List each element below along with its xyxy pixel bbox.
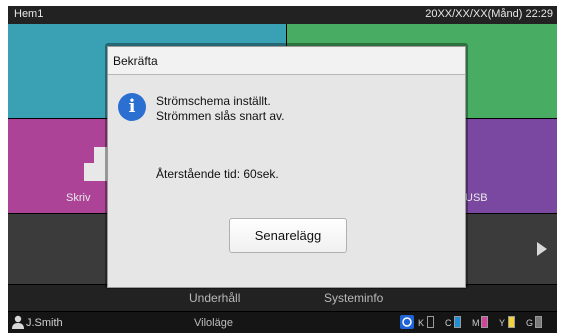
dialog-message-line2: Strömmen slås snart av. xyxy=(156,109,285,123)
ink-fill xyxy=(455,317,460,327)
ink-level-k: K xyxy=(418,315,436,330)
status-bar: J.Smith Viloläge K C M Y G xyxy=(8,312,557,333)
sysinfo-button[interactable]: Systeminfo xyxy=(324,291,383,305)
ink-label: C xyxy=(445,318,452,328)
ink-fill xyxy=(536,317,541,327)
dialog-title: Bekräfta xyxy=(113,54,158,68)
ink-label: G xyxy=(526,318,534,328)
next-page-arrow-icon[interactable] xyxy=(537,242,547,256)
dialog-title-bar: Bekräfta xyxy=(108,47,465,75)
ink-level-g: G xyxy=(526,315,544,330)
tile-usb-label: USB xyxy=(465,192,488,204)
dialog-message-line1: Strömschema inställt. xyxy=(156,94,271,108)
printer-screen: Hem1 20XX/XX/XX(Månd) 22:29 Skriv USB Un… xyxy=(8,6,557,333)
tile-print-label: Skriv xyxy=(66,192,91,204)
ink-label: Y xyxy=(499,318,506,328)
ink-level-m: M xyxy=(472,315,490,330)
user-icon xyxy=(12,315,24,329)
ink-bar xyxy=(535,316,542,328)
confirm-dialog: Bekräfta i Strömschema inställt. Strömme… xyxy=(107,46,466,288)
home-label: Hem1 xyxy=(14,8,44,20)
sleep-mode-label[interactable]: Viloläge xyxy=(194,317,233,329)
ink-fill xyxy=(482,317,487,327)
user-name: J.Smith xyxy=(26,317,63,329)
ink-label: K xyxy=(418,318,425,328)
maintenance-button[interactable]: Underhåll xyxy=(189,291,240,305)
ink-bar xyxy=(481,316,488,328)
info-icon: i xyxy=(118,93,146,121)
ink-label: M xyxy=(472,318,480,328)
postpone-button[interactable]: Senarelägg xyxy=(229,218,347,253)
ink-bar xyxy=(508,316,515,328)
ink-level-y: Y xyxy=(499,315,517,330)
datetime: 20XX/XX/XX(Månd) 22:29 xyxy=(425,8,553,20)
loop-icon[interactable] xyxy=(400,315,414,329)
ink-bar xyxy=(454,316,461,328)
ink-fill xyxy=(509,317,514,327)
ink-level-c: C xyxy=(445,315,463,330)
ink-bar xyxy=(427,316,434,328)
top-bar: Hem1 20XX/XX/XX(Månd) 22:29 xyxy=(8,6,557,24)
remaining-time: Återstående tid: 60sek. xyxy=(156,167,279,181)
